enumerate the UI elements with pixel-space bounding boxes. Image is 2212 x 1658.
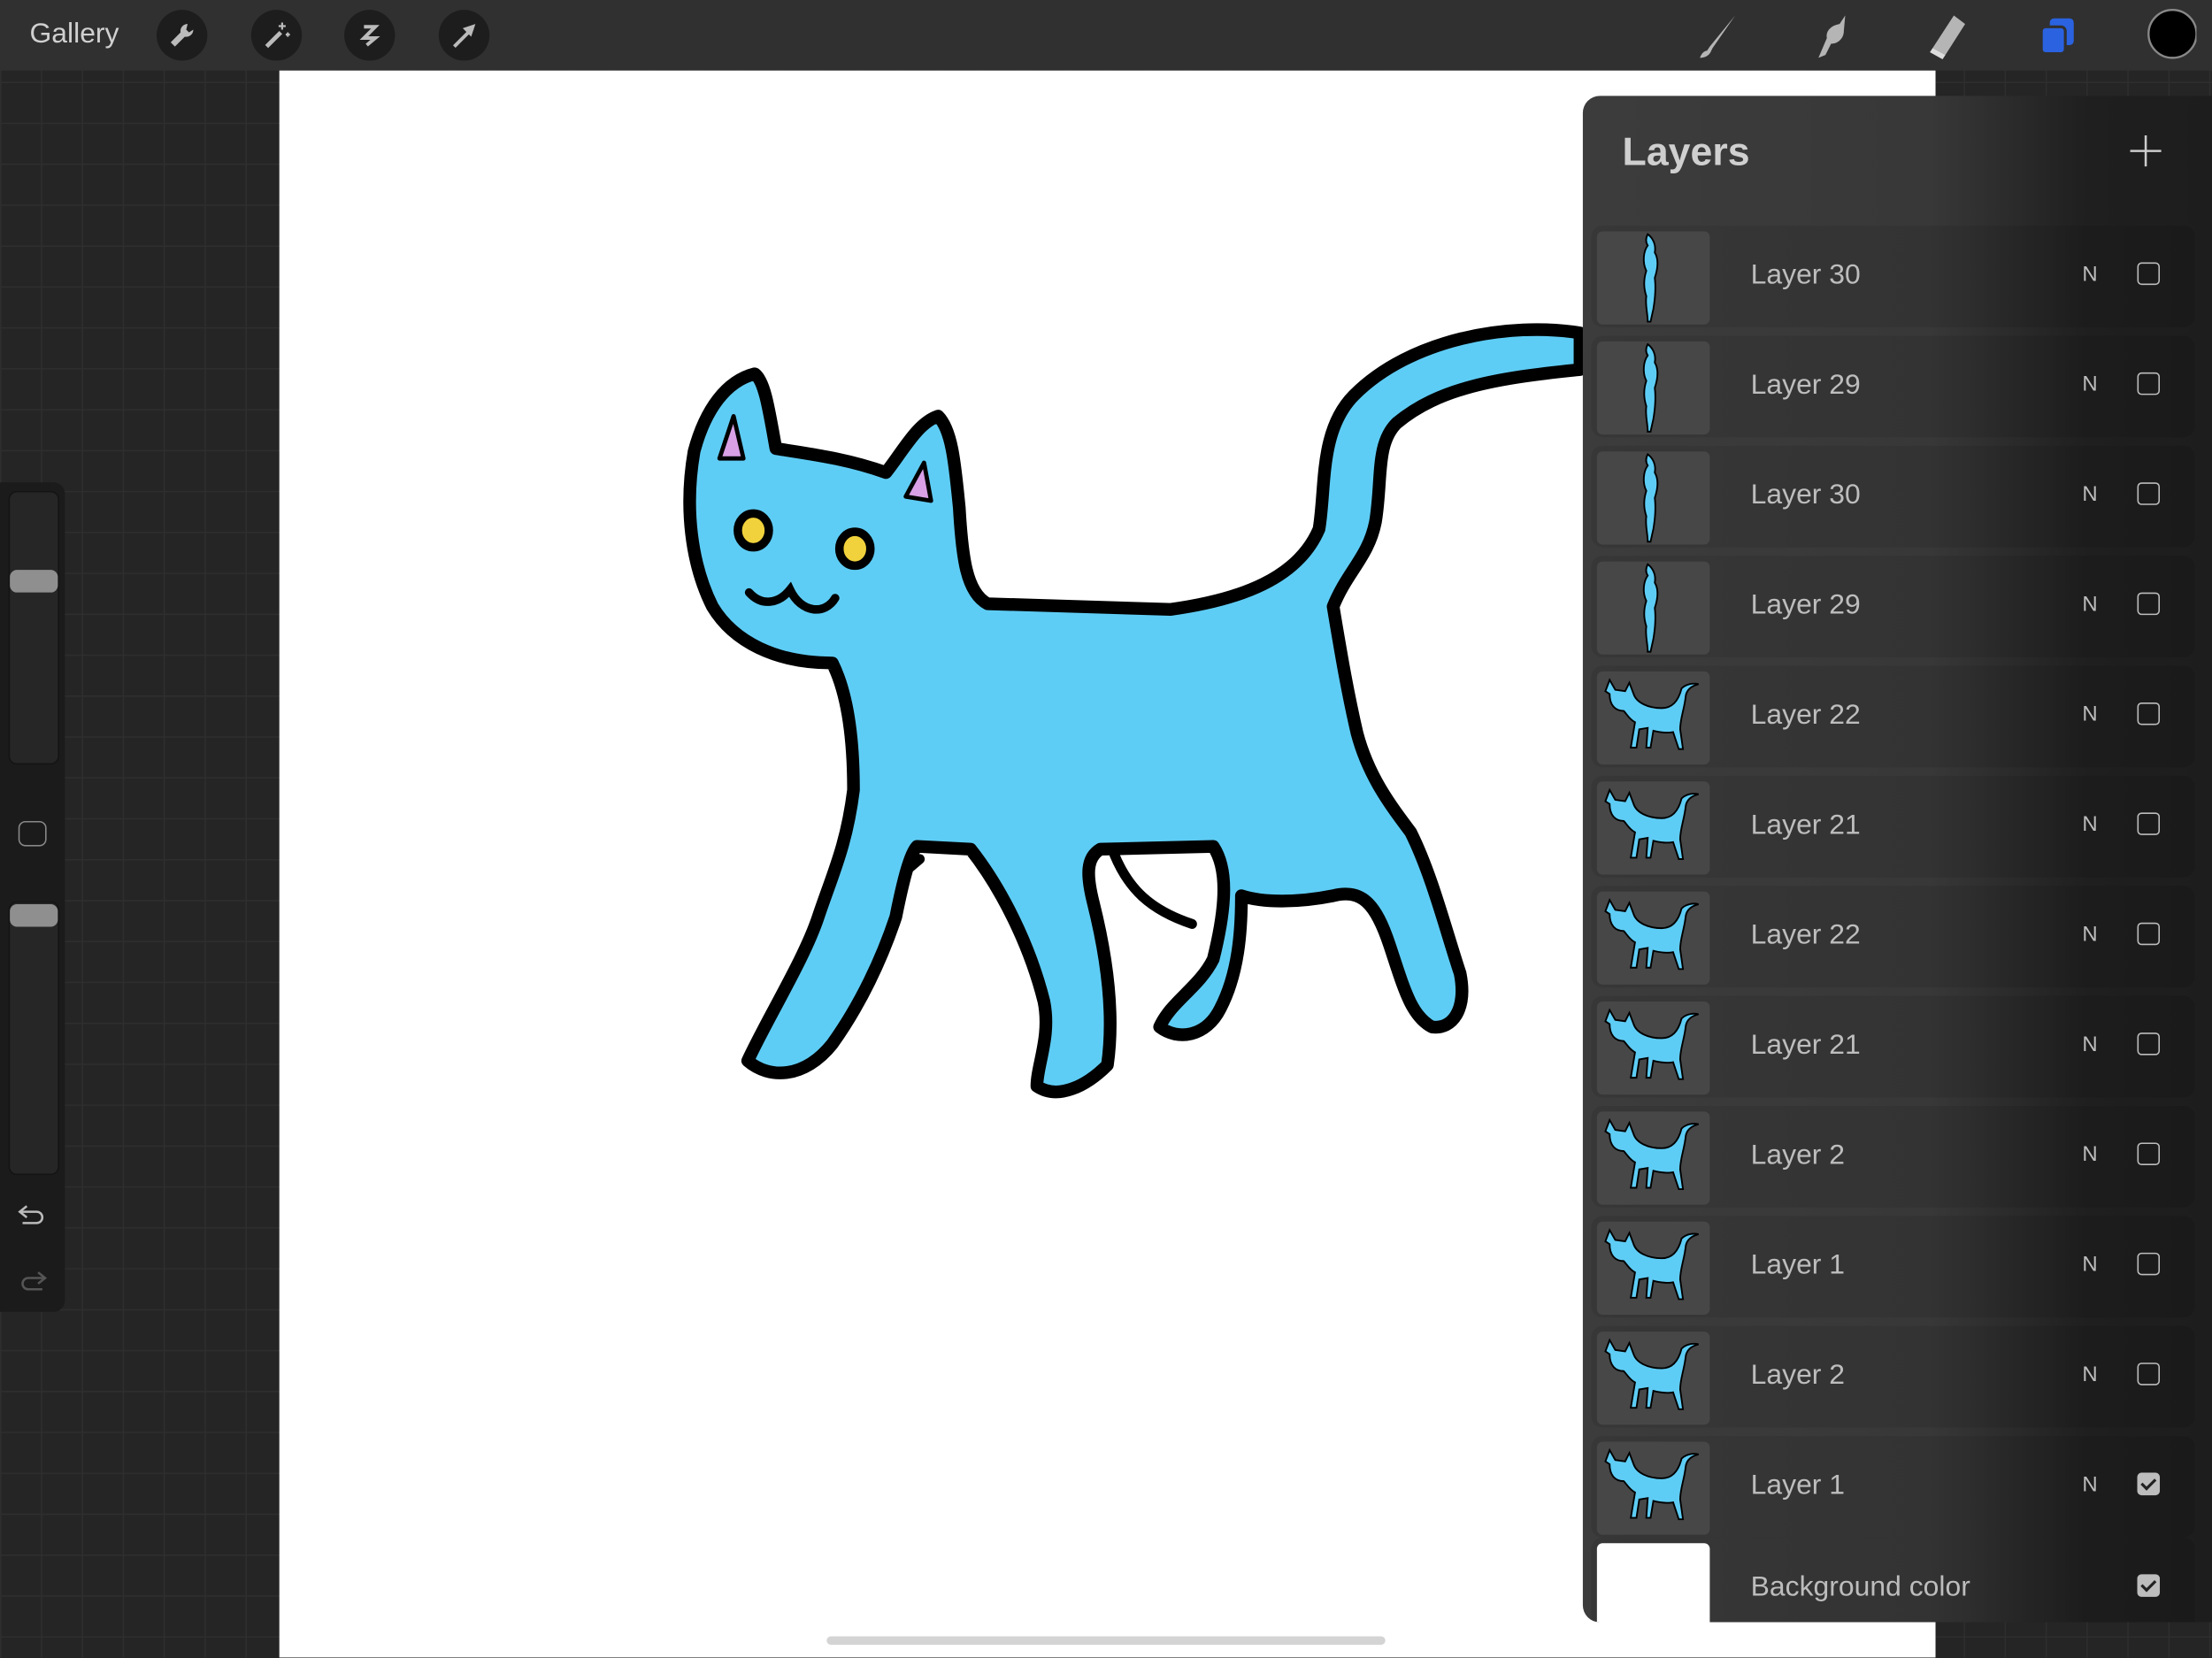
procreate-app: Gallery Layers Layer 30 N Layer 29 N Lay… — [0, 0, 2212, 1658]
layer-name: Layer 22 — [1750, 699, 1861, 731]
layer-thumbnail — [1596, 1221, 1710, 1315]
layer-row[interactable]: Layer 1 N — [1591, 1216, 2195, 1318]
visibility-checkbox[interactable] — [2137, 1362, 2161, 1386]
opacity-thumb[interactable] — [10, 904, 58, 927]
layer-row[interactable]: Layer 21 N — [1591, 995, 2195, 1098]
cat-body — [683, 323, 1586, 1099]
blend-mode-button[interactable]: N — [2082, 1473, 2097, 1497]
layer-row[interactable]: Layer 2 N — [1591, 1106, 2195, 1208]
layer-name: Background color — [1750, 1571, 1970, 1603]
brush-size-thumb[interactable] — [10, 570, 58, 593]
brush-size-slider[interactable] — [8, 490, 59, 765]
layer-thumbnail — [1596, 891, 1710, 985]
background-color-row[interactable]: Background color — [1591, 1537, 2195, 1623]
layer-name: Layer 21 — [1750, 1029, 1861, 1061]
layer-name: Layer 2 — [1750, 1360, 1846, 1392]
blend-mode-button[interactable]: N — [2082, 482, 2097, 506]
layer-thumbnail — [1596, 671, 1710, 765]
layer-name: Layer 2 — [1750, 1140, 1846, 1171]
visibility-checkbox[interactable] — [2137, 1574, 2161, 1597]
layer-name: Layer 1 — [1750, 1249, 1846, 1281]
layer-row[interactable]: Layer 29 N — [1591, 556, 2195, 657]
layer-thumbnail — [1596, 451, 1710, 545]
cat-eye-right — [834, 527, 875, 571]
layer-thumbnail — [1596, 561, 1710, 655]
blend-mode-button[interactable]: N — [2082, 593, 2097, 617]
blend-mode-button[interactable]: N — [2082, 1253, 2097, 1277]
cat-eye-left — [733, 509, 773, 552]
layer-row[interactable]: Layer 30 N — [1591, 226, 2195, 327]
layer-name: Layer 22 — [1750, 919, 1861, 951]
blend-mode-button[interactable]: N — [2082, 263, 2097, 287]
visibility-checkbox[interactable] — [2137, 1142, 2161, 1165]
layer-thumbnail — [1596, 1002, 1710, 1095]
visibility-checkbox[interactable] — [2137, 812, 2161, 835]
layer-name: Layer 30 — [1750, 480, 1861, 511]
layer-row[interactable]: Layer 22 N — [1591, 665, 2195, 768]
visibility-checkbox[interactable] — [2137, 482, 2161, 505]
layer-name: Layer 21 — [1750, 810, 1861, 841]
layer-row[interactable]: Layer 29 N — [1591, 335, 2195, 438]
blend-mode-button[interactable]: N — [2082, 812, 2097, 836]
background-color-swatch[interactable] — [1596, 1543, 1710, 1623]
visibility-checkbox[interactable] — [2137, 702, 2161, 725]
left-sidebar — [0, 482, 65, 1312]
layer-row[interactable]: Layer 22 N — [1591, 886, 2195, 988]
visibility-checkbox[interactable] — [2137, 922, 2161, 946]
opacity-slider[interactable] — [8, 901, 59, 1176]
blend-mode-button[interactable]: N — [2082, 372, 2097, 396]
visibility-checkbox[interactable] — [2137, 372, 2161, 395]
blend-mode-button[interactable]: N — [2082, 1142, 2097, 1166]
modify-square-button[interactable] — [18, 820, 47, 847]
visibility-checkbox[interactable] — [2137, 1032, 2161, 1055]
layer-thumbnail — [1596, 231, 1710, 325]
layers-panel: Layers Layer 30 N Layer 29 N Layer 30 N … — [1582, 96, 2212, 1623]
blend-mode-button[interactable]: N — [2082, 923, 2097, 947]
layer-thumbnail — [1596, 1441, 1710, 1535]
plus-icon[interactable] — [2127, 133, 2163, 169]
layers-panel-title: Layers — [1622, 129, 1750, 174]
redo-icon[interactable] — [17, 1268, 48, 1293]
blend-mode-button[interactable]: N — [2082, 1032, 2097, 1056]
home-indicator[interactable] — [826, 1636, 1386, 1646]
visibility-checkbox[interactable] — [2137, 262, 2161, 286]
layer-thumbnail — [1596, 1111, 1710, 1205]
layer-name: Layer 1 — [1750, 1470, 1846, 1501]
layer-row[interactable]: Layer 30 N — [1591, 445, 2195, 548]
layer-row[interactable]: Layer 1 N — [1591, 1436, 2195, 1538]
layer-thumbnail — [1596, 341, 1710, 435]
layer-thumbnail — [1596, 1332, 1710, 1425]
layer-name: Layer 29 — [1750, 369, 1861, 401]
layer-name: Layer 29 — [1750, 589, 1861, 621]
blend-mode-button[interactable]: N — [2082, 702, 2097, 726]
layer-row[interactable]: Layer 21 N — [1591, 775, 2195, 878]
visibility-checkbox[interactable] — [2137, 1252, 2161, 1276]
layer-row[interactable]: Layer 2 N — [1591, 1325, 2195, 1428]
visibility-checkbox[interactable] — [2137, 1472, 2161, 1496]
layer-name: Layer 30 — [1750, 259, 1861, 291]
visibility-checkbox[interactable] — [2137, 592, 2161, 616]
undo-icon[interactable] — [17, 1201, 48, 1227]
blend-mode-button[interactable]: N — [2082, 1362, 2097, 1386]
layer-thumbnail — [1596, 781, 1710, 875]
